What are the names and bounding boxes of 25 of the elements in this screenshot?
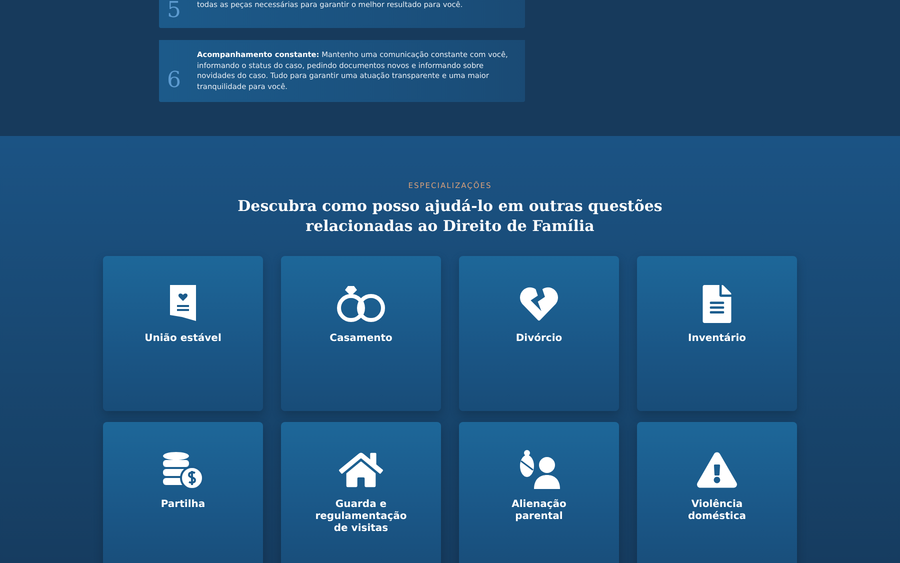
broken-heart-icon — [520, 285, 558, 323]
section-heading: Descubra como posso ajudá-lo em outras questões relacionadas ao Direito de Família — [236, 196, 664, 236]
coins-icon — [162, 450, 204, 490]
warning-icon — [697, 450, 737, 490]
card-label: Divórcio — [514, 333, 564, 345]
specialization-card[interactable]: Casamento — [281, 256, 441, 411]
step-number: 6 — [167, 70, 182, 92]
card-label: Inventário — [686, 333, 748, 345]
card-label: Guarda e regulamentação de visitas — [314, 499, 408, 535]
specialization-card[interactable]: Alienação parental — [459, 422, 619, 563]
specialization-card[interactable]: Partilha — [103, 422, 263, 563]
specialization-card[interactable]: União estável — [103, 256, 263, 411]
card-label: Alienação parental — [510, 499, 568, 523]
certificate-icon — [168, 284, 198, 324]
parent-and-baby-icon — [518, 450, 560, 490]
step-number: 5 — [167, 0, 182, 22]
specialization-card[interactable]: Guarda e regulamentação de visitas — [281, 422, 441, 563]
specialization-card[interactable]: Divórcio — [459, 256, 619, 411]
specialization-card[interactable]: Violência doméstica — [637, 422, 797, 563]
card-label: Violência doméstica — [686, 499, 748, 523]
card-label: Partilha — [160, 499, 206, 511]
rings-icon — [334, 284, 388, 324]
card-label: Casamento — [328, 333, 394, 345]
specialization-card[interactable]: Inventário — [637, 256, 797, 411]
card-label: União estável — [144, 333, 222, 345]
